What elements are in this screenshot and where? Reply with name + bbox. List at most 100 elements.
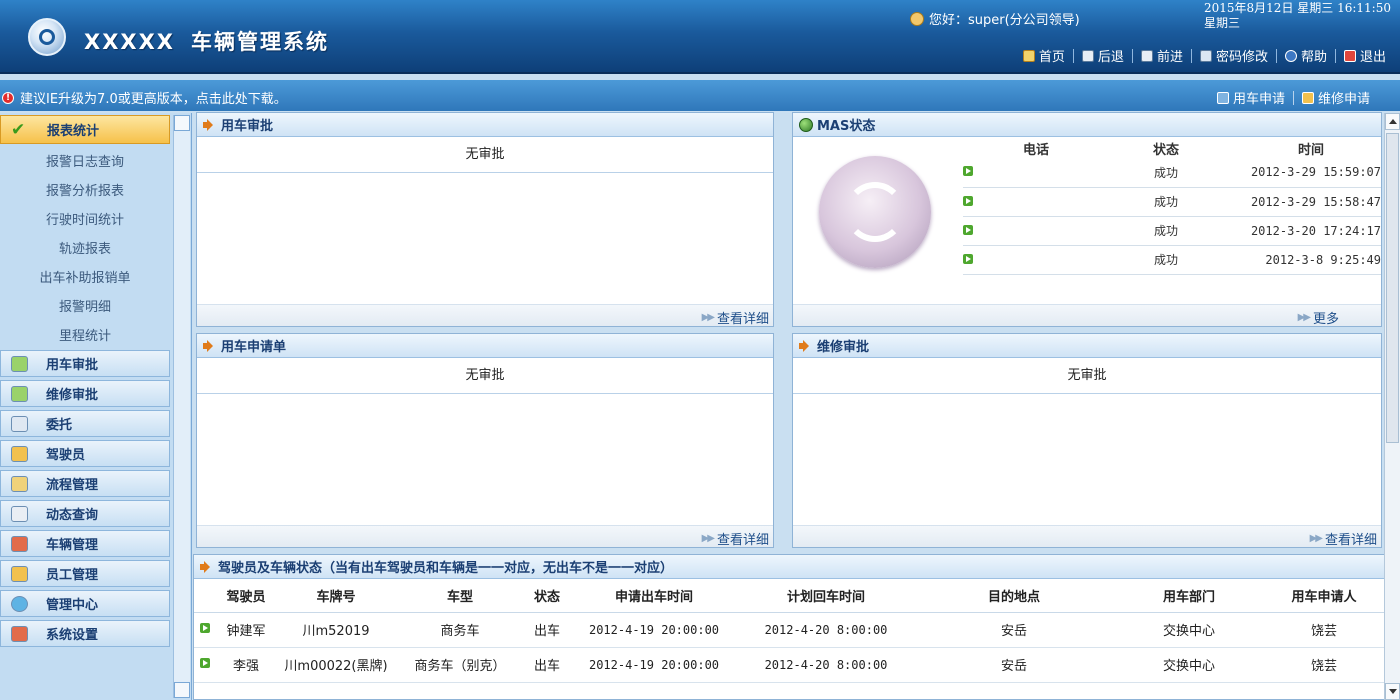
forward-label: 前进	[1156, 50, 1183, 65]
double-arrow-icon: ▶▶	[701, 312, 715, 323]
arrow-up-icon	[1388, 119, 1397, 124]
quick-car-apply-label: 用车申请	[1232, 92, 1285, 107]
play-icon	[963, 224, 973, 235]
view-details-link[interactable]: ▶▶ 查看详细	[702, 308, 769, 327]
sidebar-sub-alarm-detail[interactable]: 报警明细	[0, 296, 170, 315]
sidebar-item-vehicle-mgmt[interactable]: 车辆管理	[0, 530, 170, 557]
status-cell: 成功	[1091, 158, 1241, 188]
time-cell: 2012-3-29 15:58:47	[1241, 187, 1381, 217]
sidebar-sub-alarm-log[interactable]: 报警日志查询	[0, 151, 170, 170]
destination-cell: 安岳	[914, 612, 1114, 648]
panel-header: 用车审批	[197, 113, 773, 137]
system-name: 车辆管理系统	[190, 30, 329, 54]
tools-icon	[11, 625, 28, 642]
empty-message: 无审批	[197, 358, 773, 394]
sidebar-scrollbar[interactable]	[173, 115, 190, 698]
plate-cell: 川m52019	[276, 612, 396, 648]
sidebar-item-delegate[interactable]: 委托	[0, 410, 170, 437]
play-icon	[963, 253, 973, 264]
driver-vehicle-status-panel: 驾驶员及车辆状态（当有出车驾驶员和车辆是一一对应，无出车不是一一对应） 驾驶员 …	[193, 554, 1385, 700]
model-cell: 商务车	[396, 612, 524, 648]
main-scrollbar[interactable]	[1384, 113, 1400, 700]
time-cell: 2012-3-29 15:59:07	[1241, 158, 1381, 188]
change-password-button[interactable]: 密码修改	[1192, 46, 1276, 65]
sidebar-scroll-up[interactable]	[174, 115, 190, 131]
mas-status-panel: MAS状态 电话 状态 时间 成功 2012-3-29 15:59:07 成功 20…	[792, 112, 1382, 327]
person-icon	[11, 445, 28, 462]
back-button[interactable]: 后退	[1074, 46, 1132, 65]
table-row: 成功 2012-3-29 15:58:47	[963, 187, 1381, 217]
view-details-link[interactable]: ▶▶ 查看详细	[702, 529, 769, 548]
sidebar-item-repair-approval[interactable]: 维修审批	[0, 380, 170, 407]
table-row[interactable]: 李强 川m00022(黑牌) 商务车（别克） 出车 2012-4-19 20:0…	[194, 647, 1384, 683]
panel-header: 驾驶员及车辆状态（当有出车驾驶员和车辆是一一对应，无出车不是一一对应）	[194, 555, 1384, 579]
sidebar-scroll-down[interactable]	[174, 682, 190, 698]
globe-icon	[799, 117, 813, 132]
speaker-icon	[200, 561, 214, 573]
play-icon	[200, 658, 210, 668]
more-link[interactable]: ▶▶ 更多	[1298, 308, 1339, 327]
help-button[interactable]: 帮助	[1277, 46, 1335, 65]
sidebar-item-dynamic-query[interactable]: 动态查询	[0, 500, 170, 527]
sidebar-sub-drive-time[interactable]: 行驶时间统计	[0, 209, 170, 228]
date-line-1: 2015年8月12日 星期三 16:11:50	[1204, 1, 1391, 15]
view-details-link[interactable]: ▶▶ 查看详细	[1310, 529, 1377, 548]
table-row[interactable]: 钟建军 川m52019 商务车 出车 2012-4-19 20:00:00 20…	[194, 612, 1384, 648]
empty-message: 无审批	[197, 137, 773, 173]
quick-car-apply-button[interactable]: 用车申请	[1216, 88, 1285, 107]
depart-time-cell: 2012-4-19 20:00:00	[570, 647, 738, 683]
time-cell: 2012-3-8 9:25:49	[1241, 245, 1381, 275]
play-icon	[963, 166, 973, 177]
sidebar-item-admin-center[interactable]: 管理中心	[0, 590, 170, 617]
time-cell: 2012-3-20 17:24:17	[1241, 216, 1381, 246]
panel-footer: ▶▶ 查看详细	[197, 525, 773, 548]
depart-time-cell: 2012-4-19 20:00:00	[570, 612, 738, 648]
person-icon	[11, 565, 28, 582]
sidebar-item-car-approval[interactable]: 用车审批	[0, 350, 170, 377]
col-model: 车型	[396, 579, 524, 613]
pencil-icon	[1199, 49, 1212, 62]
sidebar-item-workflow[interactable]: 流程管理	[0, 470, 170, 497]
scroll-thumb[interactable]	[1386, 133, 1399, 443]
brand-name: XXXXX	[84, 30, 175, 54]
return-time-cell: 2012-4-20 8:00:00	[738, 647, 914, 683]
status-cell: 成功	[1091, 245, 1241, 275]
sidebar-sub-track-report[interactable]: 轨迹报表	[0, 238, 170, 257]
home-button[interactable]: 首页	[1015, 46, 1073, 65]
sidebar-sub-mileage[interactable]: 里程统计	[0, 325, 170, 344]
sidebar-item-staff-mgmt[interactable]: 员工管理	[0, 560, 170, 587]
forward-button[interactable]: 前进	[1133, 46, 1191, 65]
sidebar-item-system-settings[interactable]: 系统设置	[0, 620, 170, 647]
panel-header: 维修审批	[793, 334, 1381, 358]
panel-title: MAS状态	[817, 119, 876, 134]
notice-text: 建议IE升级为7.0或更高版本，点击此处下载。	[20, 92, 287, 107]
more-label: 查看详细	[716, 312, 769, 327]
date-line-2: 星期三	[1204, 16, 1241, 30]
col-driver: 驾驶员	[216, 579, 276, 613]
more-label: 更多	[1312, 312, 1339, 327]
double-arrow-icon: ▶▶	[701, 533, 715, 544]
wrench-icon	[1301, 91, 1314, 104]
browser-upgrade-link[interactable]: ! 建议IE升级为7.0或更高版本，点击此处下载。	[2, 88, 287, 107]
forward-arrow-icon	[1140, 49, 1153, 62]
bullet-cell	[963, 158, 981, 188]
panel-footer: ▶▶ 查看详细	[197, 304, 773, 327]
bullet-cell	[194, 647, 216, 683]
bullet-col	[963, 138, 981, 158]
scroll-down-button[interactable]	[1385, 683, 1400, 700]
col-applicant: 用车申请人	[1264, 579, 1384, 613]
quick-repair-apply-button[interactable]: 维修申请	[1301, 88, 1370, 107]
mas-header-row: 电话 状态 时间	[963, 138, 1381, 158]
logout-label: 退出	[1359, 50, 1386, 65]
help-label: 帮助	[1300, 50, 1327, 65]
sidebar-item-reports[interactable]: ✔ 报表统计	[0, 115, 170, 144]
sidebar-sub-alarm-analysis[interactable]: 报警分析报表	[0, 180, 170, 199]
scroll-up-button[interactable]	[1385, 113, 1400, 130]
current-datetime: 2015年8月12日 星期三 16:11:50 星期三	[1204, 1, 1391, 31]
col-destination: 目的地点	[914, 579, 1114, 613]
sidebar-item-driver[interactable]: 驾驶员	[0, 440, 170, 467]
department-cell: 交换中心	[1114, 647, 1264, 683]
ruler-icon	[11, 475, 28, 492]
logout-button[interactable]: 退出	[1336, 46, 1394, 65]
sidebar-sub-subsidy-report[interactable]: 出车补助报销单	[0, 267, 170, 286]
